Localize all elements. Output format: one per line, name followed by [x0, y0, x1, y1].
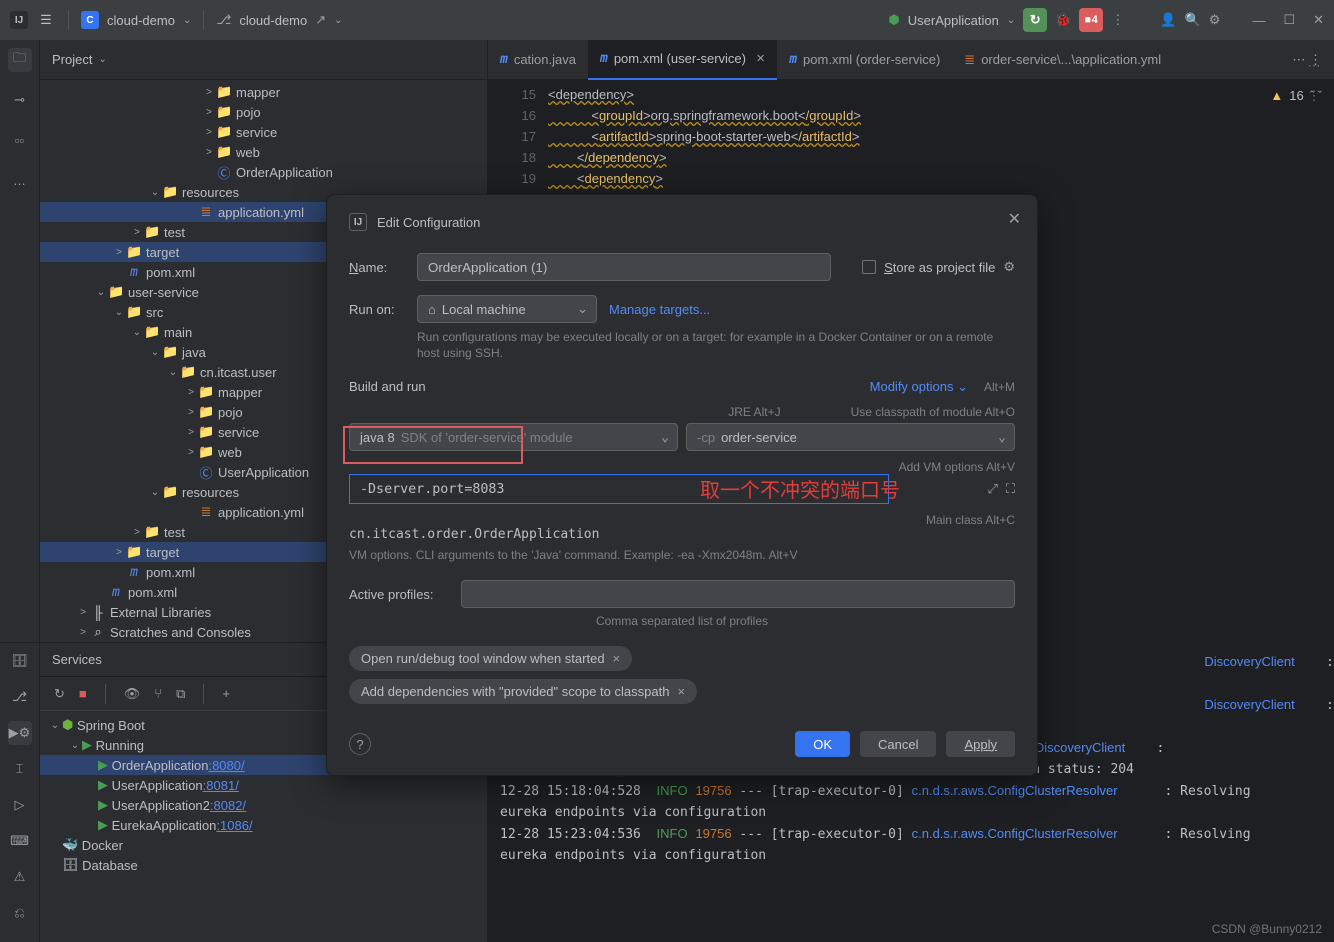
chevron-down-icon[interactable]: ⌄	[183, 15, 191, 26]
provided-scope-pill[interactable]: Add dependencies with "provided" scope t…	[349, 679, 697, 704]
expand-icon[interactable]: ⤢	[987, 481, 997, 497]
name-input[interactable]	[417, 253, 831, 281]
commit-icon[interactable]: ⊸	[8, 88, 32, 112]
gear-icon[interactable]: ⚙	[1003, 259, 1015, 275]
active-profiles-input[interactable]	[461, 580, 1015, 608]
more-icon[interactable]: ⋮	[1111, 12, 1124, 28]
gear-icon[interactable]: ⚙	[1209, 12, 1221, 28]
manage-targets-link[interactable]: Manage targets...	[609, 302, 710, 317]
build-run-title: Build and run Modify options ⌄ Alt+M	[349, 379, 1015, 395]
vm-hint: VM options. CLI arguments to the 'Java' …	[349, 548, 1015, 562]
svc-row[interactable]: 🗄 Database	[40, 855, 487, 875]
vm-options-input[interactable]	[349, 474, 889, 504]
chevron-icon[interactable]: ⋮	[1308, 88, 1321, 104]
editor-tab[interactable]: m pom.xml (user-service)✕	[588, 40, 777, 80]
app-icon: IJ	[349, 213, 367, 231]
run-config-icon[interactable]: ⬢	[888, 12, 899, 28]
menu-icon[interactable]: ☰	[36, 10, 56, 30]
modify-options-link[interactable]: Modify options ⌄	[870, 379, 968, 395]
project-name[interactable]: cloud-demo	[107, 13, 175, 28]
more-icon[interactable]: …	[8, 168, 32, 192]
open-tool-window-pill[interactable]: Open run/debug tool window when started×	[349, 646, 632, 671]
editor-tab[interactable]: m pom.xml (order-service)	[777, 40, 952, 80]
problems-icon[interactable]: ⚠	[8, 865, 32, 889]
jre-select[interactable]: java 8 SDK of 'order-service' module	[349, 423, 678, 451]
cwm-icon[interactable]: 👤	[1160, 12, 1176, 28]
edit-configuration-dialog: ✕ IJ Edit Configuration Name: Store as p…	[326, 194, 1038, 776]
watermark: CSDN @Bunny0212	[1212, 922, 1322, 936]
run-icon[interactable]: ▷	[8, 793, 32, 817]
branch-name[interactable]: cloud-demo	[239, 13, 307, 28]
dialog-title: Edit Configuration	[377, 215, 480, 230]
maximize-icon[interactable]: ⛶	[1006, 481, 1015, 497]
services-icon[interactable]: ▶⚙	[8, 721, 32, 745]
svc-app-row[interactable]: ▶ UserApplication2 :8082/	[40, 795, 487, 815]
rerun-icon[interactable]: ↻	[54, 686, 65, 702]
ok-button[interactable]: OK	[795, 731, 850, 757]
run-on-hint: Run configurations may be executed local…	[417, 329, 1015, 361]
vcs-icon[interactable]: ⎌	[8, 901, 32, 925]
active-profiles-label: Active profiles:	[349, 587, 449, 602]
app-icon[interactable]: IJ	[10, 11, 28, 29]
right-gutter: ⋯ ⋮	[1294, 40, 1334, 642]
run-on-select[interactable]: ⌂ Local machine	[417, 295, 597, 323]
stop-badge[interactable]: ⏹4	[1079, 8, 1103, 32]
stop-icon[interactable]: ■	[79, 686, 87, 701]
tree-row[interactable]: >📁service	[40, 122, 487, 142]
console-icon[interactable]: ⌨	[8, 829, 32, 853]
debug-icon[interactable]: 🐞	[1055, 12, 1071, 28]
close-icon[interactable]: ✕	[756, 52, 765, 65]
tree-row[interactable]: >📁mapper	[40, 82, 487, 102]
titlebar: IJ ☰ C cloud-demo ⌄ ⎇ cloud-demo ↗ ⌄ ⬢ U…	[0, 0, 1334, 40]
close-icon[interactable]: ×	[613, 651, 621, 666]
ext-link-icon[interactable]: ↗	[315, 12, 326, 28]
run-config-name[interactable]: UserApplication	[908, 13, 999, 28]
close-icon[interactable]: ×	[677, 684, 685, 699]
terminal-icon[interactable]: ⌶	[8, 757, 32, 781]
chevron-down-icon[interactable]: ⌄	[334, 15, 342, 26]
editor-tabs: m cation.javam pom.xml (user-service)✕m …	[488, 40, 1334, 80]
project-header[interactable]: Project⌄	[40, 40, 487, 80]
svc-app-row[interactable]: ▶ UserApplication :8081/	[40, 775, 487, 795]
bottom-left-rail: 🗄 ⎇ ▶⚙ ⌶ ▷ ⌨ ⚠ ⎌	[0, 643, 40, 942]
project-badge[interactable]: C	[81, 11, 99, 29]
view-icon[interactable]: 👁	[124, 686, 141, 702]
run-on-label: Run on:	[349, 302, 405, 317]
structure-icon[interactable]: ▫▫	[8, 128, 32, 152]
main-class[interactable]: cn.itcast.order.OrderApplication	[349, 527, 1015, 542]
close-icon[interactable]: ✕	[1008, 209, 1021, 229]
help-icon[interactable]: ?	[349, 733, 371, 755]
name-label: Name:	[349, 260, 405, 275]
svc-app-row[interactable]: ▶ EurekaApplication :1086/	[40, 815, 487, 835]
tree-row[interactable]: >📁pojo	[40, 102, 487, 122]
apply-button[interactable]: Apply	[946, 731, 1015, 757]
chevron-down-icon[interactable]: ⌄	[1007, 15, 1015, 26]
editor-tab[interactable]: m cation.java	[488, 40, 588, 80]
left-tool-rail: 🗀 ⊸ ▫▫ …	[0, 40, 40, 642]
layout-icon[interactable]: ⧉	[176, 686, 185, 702]
more-icon[interactable]: ⋯	[1308, 58, 1321, 74]
db-icon[interactable]: 🗄	[8, 649, 32, 673]
project-tool-icon[interactable]: 🗀	[8, 48, 32, 72]
add-icon[interactable]: +	[222, 686, 230, 701]
tree-row[interactable]: >📁web	[40, 142, 487, 162]
minimize-icon[interactable]: —	[1252, 13, 1265, 28]
store-checkbox[interactable]: Store as project file ⚙	[862, 259, 1015, 275]
vcs-icon[interactable]: ⎇	[216, 12, 231, 28]
tree-row[interactable]: ⒸOrderApplication	[40, 162, 487, 182]
run-icon[interactable]: ↻	[1023, 8, 1047, 32]
maximize-icon[interactable]: ☐	[1283, 12, 1295, 28]
classpath-select[interactable]: -cp order-service	[686, 423, 1015, 451]
cancel-button[interactable]: Cancel	[860, 731, 936, 757]
filter-icon[interactable]: ⑂	[154, 686, 162, 701]
search-icon[interactable]: 🔍	[1185, 12, 1201, 28]
git-icon[interactable]: ⎇	[8, 685, 32, 709]
svc-row[interactable]: 🐳 Docker	[40, 835, 487, 855]
home-icon: ⌂	[428, 302, 436, 317]
warning-icon: ▲	[1270, 88, 1283, 103]
close-window-icon[interactable]: ✕	[1313, 12, 1324, 28]
editor-tab[interactable]: ≣ order-service\...\application.yml	[952, 40, 1173, 80]
